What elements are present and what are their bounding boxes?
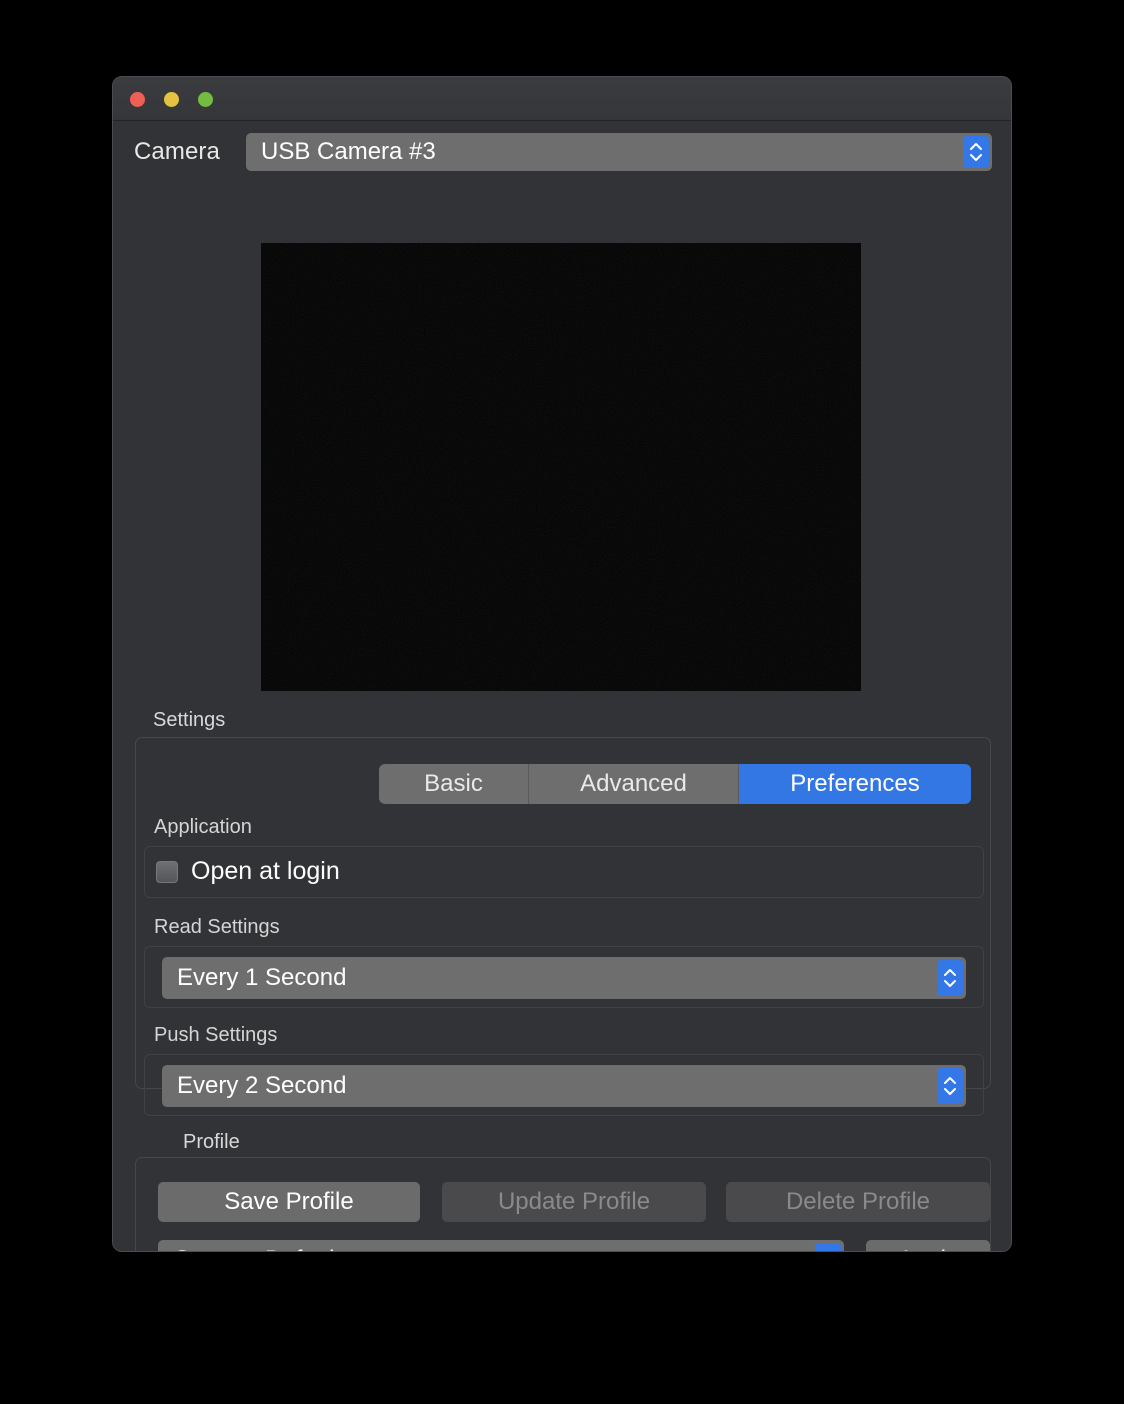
save-profile-button[interactable]: Save Profile	[158, 1182, 420, 1222]
profile-section-label: Profile	[183, 1131, 240, 1153]
read-settings-select[interactable]: Every 1 Second	[162, 957, 966, 999]
update-profile-button[interactable]: Update Profile	[442, 1182, 706, 1222]
application-label: Application	[154, 816, 252, 838]
preview-noise	[261, 243, 861, 691]
profile-select[interactable]: Camera Default	[158, 1240, 844, 1251]
settings-tabbar: Basic Advanced Preferences	[379, 764, 971, 804]
read-settings-group: Every 1 Second	[144, 946, 984, 1008]
application-group: Open at login	[144, 846, 984, 898]
camera-label: Camera	[134, 138, 220, 165]
stepper-updown-icon[interactable]	[937, 960, 963, 996]
stepper-updown-icon[interactable]	[937, 1068, 963, 1104]
close-window-button[interactable]	[130, 92, 145, 107]
push-settings-value: Every 2 Second	[177, 1072, 347, 1099]
camera-select-value: USB Camera #3	[261, 138, 436, 165]
camera-selector-row: Camera USB Camera #3	[113, 121, 1011, 183]
settings-section-label: Settings	[153, 709, 226, 731]
stepper-updown-icon[interactable]	[815, 1243, 841, 1251]
open-at-login-checkbox[interactable]	[156, 860, 178, 883]
tab-advanced[interactable]: Advanced	[529, 764, 739, 804]
push-settings-group: Every 2 Second	[144, 1054, 984, 1116]
delete-profile-button[interactable]: Delete Profile	[726, 1182, 990, 1222]
maximize-window-button[interactable]	[198, 92, 213, 107]
push-settings-select[interactable]: Every 2 Second	[162, 1065, 966, 1107]
profile-panel: Save Profile Update Profile Delete Profi…	[135, 1157, 991, 1251]
read-settings-label: Read Settings	[154, 916, 280, 938]
settings-panel: Basic Advanced Preferences Application O…	[135, 737, 991, 1116]
tab-preferences[interactable]: Preferences	[739, 764, 971, 804]
camera-preview[interactable]	[261, 243, 861, 691]
camera-select[interactable]: USB Camera #3	[246, 133, 992, 171]
window-body: Camera USB Camera #3 Settings Basic Adva…	[113, 121, 1011, 1251]
minimize-window-button[interactable]	[164, 92, 179, 107]
stepper-updown-icon[interactable]	[963, 136, 989, 168]
apply-profile-button[interactable]: Apply	[866, 1240, 990, 1251]
profile-select-value: Camera Default	[158, 1246, 341, 1251]
tab-basic[interactable]: Basic	[379, 764, 529, 804]
app-window: Camera USB Camera #3 Settings Basic Adva…	[112, 76, 1012, 1252]
open-at-login-row[interactable]: Open at login	[156, 857, 340, 886]
read-settings-value: Every 1 Second	[177, 964, 347, 991]
window-titlebar	[113, 77, 1011, 121]
push-settings-label: Push Settings	[154, 1024, 278, 1046]
open-at-login-label: Open at login	[191, 857, 340, 885]
